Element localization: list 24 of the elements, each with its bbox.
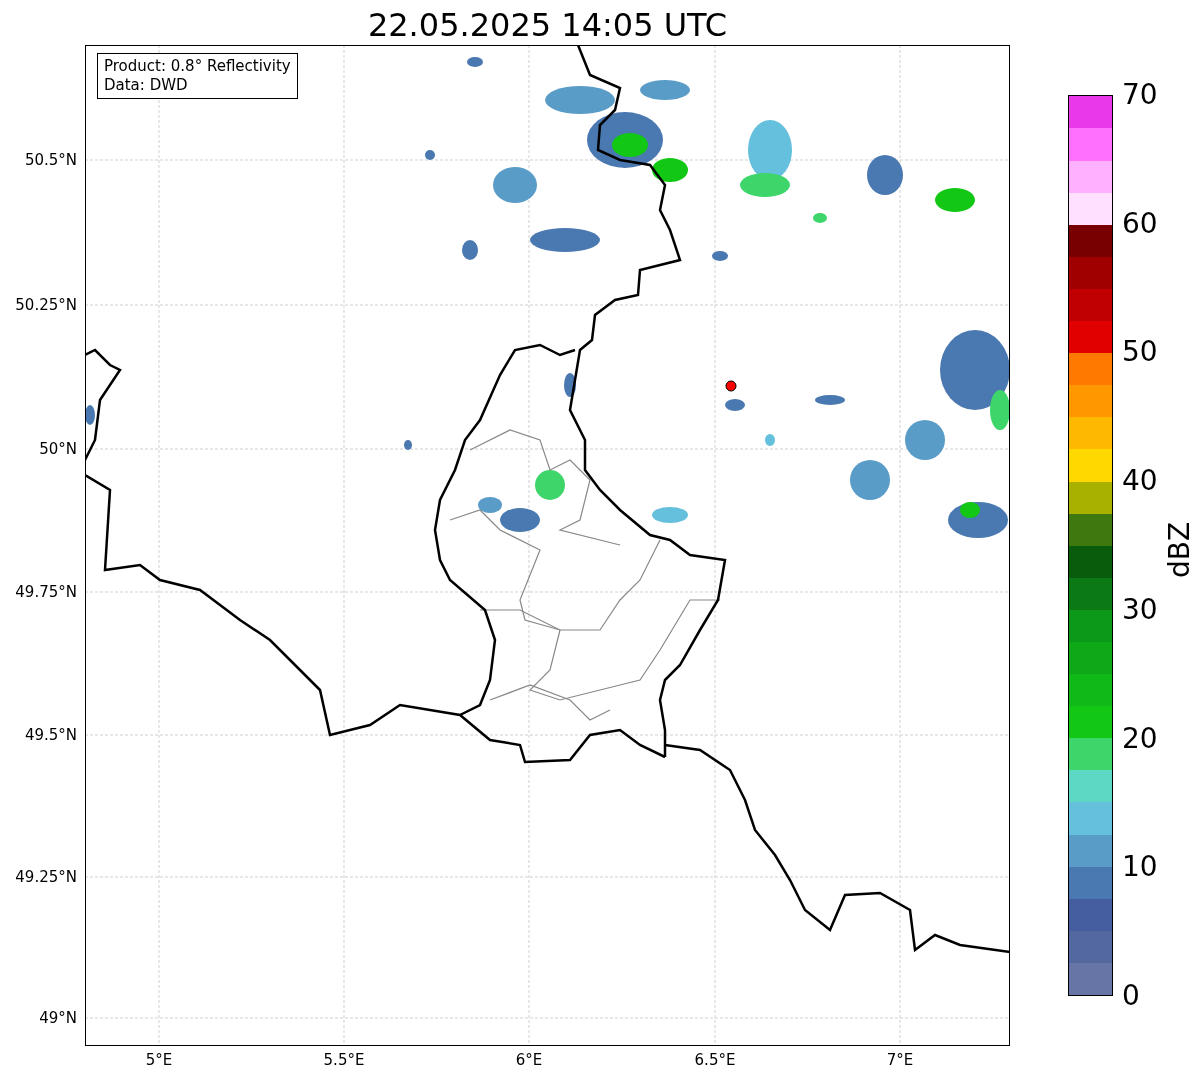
longitude-label: 6°E: [514, 1051, 544, 1069]
colorbar-tick-label: 60: [1122, 207, 1158, 240]
colorbar-tick-label: 70: [1122, 79, 1158, 111]
latitude-label: 50.25°N: [15, 296, 77, 314]
latitude-label: 50°N: [39, 440, 77, 458]
colorbar-tick-label: 10: [1122, 851, 1158, 884]
colorbar-tick-label: 20: [1122, 722, 1158, 755]
latitude-label: 49.5°N: [24, 726, 77, 744]
colorbar-label: dBZ: [1164, 521, 1196, 579]
chart-title: 22.05.2025 14:05 UTC: [366, 5, 729, 46]
info-text: Product: 0.8° Reflectivity: [104, 57, 291, 76]
longitude-label: 5°E: [144, 1051, 174, 1069]
longitude-label: 5.5°E: [322, 1051, 366, 1069]
colorbar-tick-label: 0: [1122, 980, 1140, 1012]
latitude-label: 49.25°N: [15, 868, 77, 886]
latitude-label: 50.5°N: [24, 151, 77, 169]
longitude-label: 6.5°E: [693, 1051, 737, 1069]
latitude-label: 49°N: [39, 1009, 77, 1027]
longitude-label: 7°E: [885, 1051, 915, 1069]
latitude-label: 49.75°N: [15, 583, 77, 601]
colorbar-tick-label: 40: [1122, 465, 1158, 498]
colorbar-tick-label: 50: [1122, 336, 1158, 369]
colorbar-tick-label: 30: [1122, 593, 1158, 626]
info-text: Data: DWD: [104, 76, 189, 95]
